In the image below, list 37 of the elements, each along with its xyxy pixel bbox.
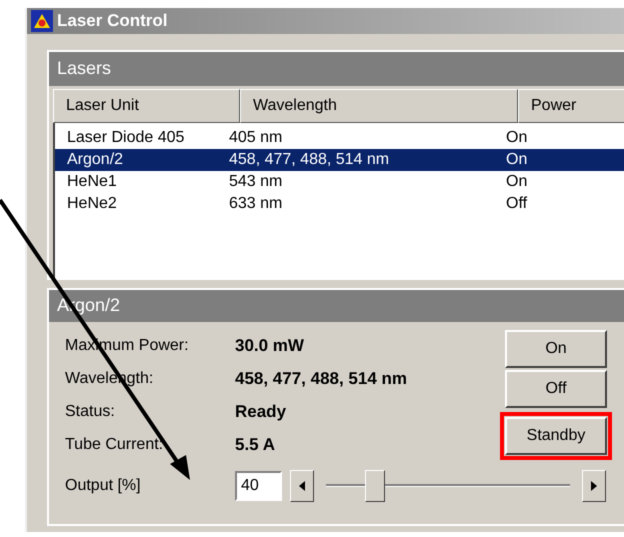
output-label: Output [%] (65, 476, 142, 496)
slider-thumb[interactable] (364, 470, 385, 502)
table-cell: On (506, 130, 528, 146)
field-value: 458, 477, 488, 514 nm (235, 368, 408, 390)
left-arrow-button[interactable] (290, 470, 314, 502)
window-title: Laser Control (57, 10, 168, 32)
list-row[interactable]: HeNe1 543 nm On (55, 170, 624, 192)
field-value: 5.5 A (235, 434, 276, 456)
table-cell-text: Laser Diode 405 (66, 130, 186, 146)
list-row[interactable]: HeNe2 633 nm Off (55, 192, 624, 214)
table-cell: On (506, 174, 528, 190)
action-button[interactable]: Standby (505, 416, 607, 454)
left-arrow-icon (299, 480, 305, 490)
panel-title: Lasers (57, 57, 112, 80)
table-cell-text: HeNe2 (66, 196, 118, 212)
table-cell-text: 543 nm (229, 174, 284, 190)
table-cell-text: 405 nm (229, 130, 284, 146)
field-label: Tube Current: (65, 435, 164, 455)
right-arrow-button[interactable] (582, 470, 606, 502)
field-value: 30.0 mW (235, 335, 304, 358)
action-button[interactable]: On (505, 330, 607, 368)
column-header[interactable]: Laser Unit (53, 88, 240, 122)
list-row[interactable]: Laser Diode 405 405 nm On (55, 126, 624, 148)
action-button[interactable]: Off (505, 370, 607, 408)
table-cell-text: 633 nm (229, 196, 284, 212)
table-cell-text: HeNe1 (66, 174, 118, 190)
list-row[interactable]: Argon/2 458, 477, 488, 514 nm On (55, 148, 624, 170)
field-label: Status: (65, 402, 116, 422)
column-header[interactable]: Wavelength (240, 88, 518, 122)
output-field[interactable]: 40 (235, 470, 282, 500)
table-cell-text: 458, 477, 488, 514 nm (229, 152, 390, 168)
table-cell: On (506, 152, 528, 168)
table-cell-text: Argon/2 (66, 152, 124, 168)
field-value: Ready (235, 401, 286, 424)
app-icon (31, 10, 53, 32)
table-cell: Off (506, 196, 528, 212)
right-arrow-icon (591, 480, 597, 490)
